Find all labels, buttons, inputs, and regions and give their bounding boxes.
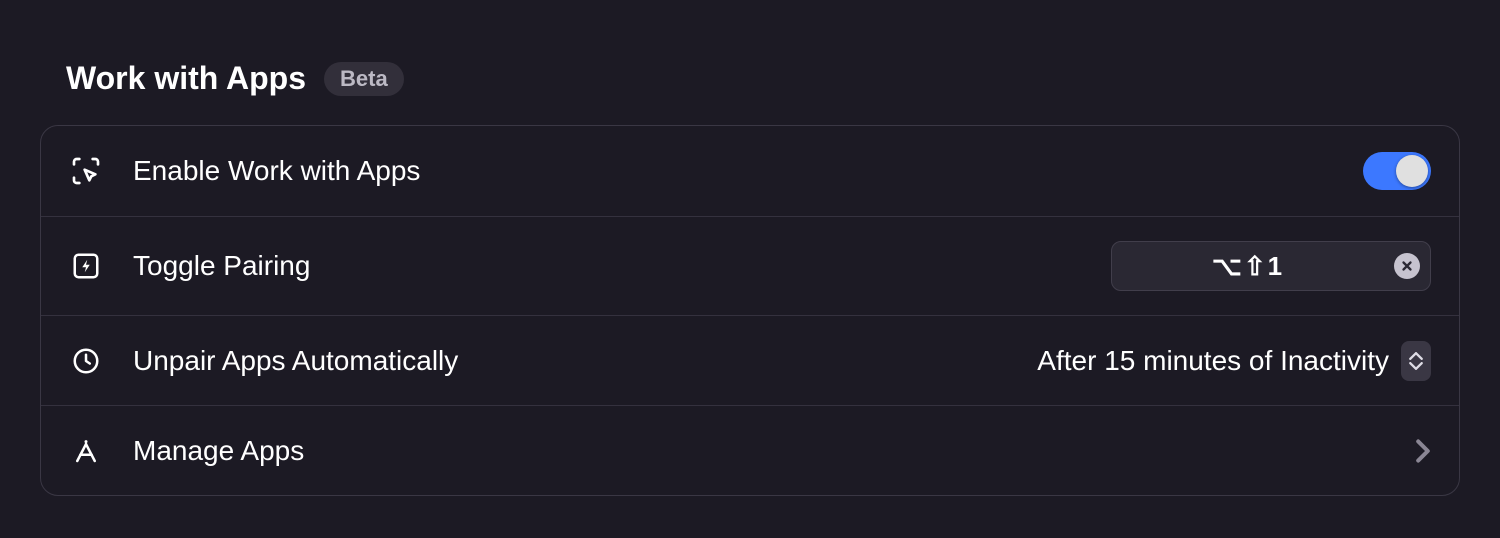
cursor-capture-icon — [69, 154, 103, 188]
row-toggle-pairing: Toggle Pairing ⌥⇧1 — [41, 216, 1459, 315]
select-stepper-icon — [1401, 341, 1431, 381]
enable-label: Enable Work with Apps — [133, 155, 1333, 187]
lightning-box-icon — [69, 249, 103, 283]
pairing-shortcut-field[interactable]: ⌥⇧1 — [1111, 241, 1431, 291]
row-manage-apps[interactable]: Manage Apps — [41, 405, 1459, 495]
section-header: Work with Apps Beta — [40, 60, 1460, 97]
chevron-right-icon — [1415, 438, 1431, 464]
enable-toggle[interactable] — [1363, 152, 1431, 190]
beta-badge: Beta — [324, 62, 404, 96]
section-title: Work with Apps — [66, 60, 306, 97]
unpair-label: Unpair Apps Automatically — [133, 345, 1007, 377]
shortcut-value: ⌥⇧1 — [1112, 251, 1384, 282]
settings-panel: Enable Work with Apps Toggle Pairing ⌥⇧1 — [40, 125, 1460, 496]
row-unpair-automatically: Unpair Apps Automatically After 15 minut… — [41, 315, 1459, 405]
unpair-select[interactable]: After 15 minutes of Inactivity — [1037, 341, 1431, 381]
pairing-label: Toggle Pairing — [133, 250, 1081, 282]
apps-icon — [69, 434, 103, 468]
clear-shortcut-button[interactable] — [1394, 253, 1420, 279]
unpair-value: After 15 minutes of Inactivity — [1037, 345, 1389, 377]
toggle-knob — [1396, 155, 1428, 187]
manage-label: Manage Apps — [133, 435, 1385, 467]
clock-icon — [69, 344, 103, 378]
row-enable-work-with-apps: Enable Work with Apps — [41, 126, 1459, 216]
